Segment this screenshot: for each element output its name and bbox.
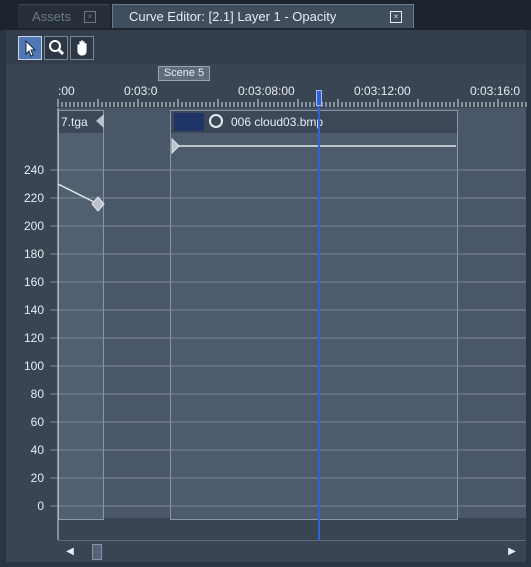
horizontal-scrollbar[interactable]: ◀ ▶ [58, 540, 526, 562]
y-axis-label: 220 [23, 191, 44, 205]
y-axis-label: 240 [23, 163, 44, 177]
scroll-left-arrow-icon[interactable]: ◀ [62, 544, 78, 560]
hand-icon [76, 39, 88, 57]
clip-left-header: 7.tga [59, 111, 103, 133]
y-axis-label: 20 [30, 471, 44, 485]
toolbar [6, 30, 526, 64]
y-axis-label: 140 [23, 303, 44, 317]
scroll-right-arrow-icon[interactable]: ▶ [504, 544, 520, 560]
y-axis-label: 0 [37, 499, 44, 513]
y-axis-label: 100 [23, 359, 44, 373]
tab-assets[interactable]: Assets × [18, 4, 110, 28]
playhead-line[interactable] [318, 90, 320, 540]
pan-tool-button[interactable] [70, 36, 94, 60]
y-axis-label: 180 [23, 247, 44, 261]
time-ruler[interactable]: :00 0:03:0 0:03:08:00 0:03:12:00 0:03:16… [56, 84, 526, 104]
y-axis-label: 120 [23, 331, 44, 345]
time-ruler-label: 0:03:16:0 [470, 84, 521, 98]
clip-main-header: 006 cloud03.bmp [171, 111, 457, 133]
playhead-handle[interactable] [316, 90, 322, 106]
magnifier-icon [49, 40, 65, 56]
clip-main-label: 006 cloud03.bmp [231, 115, 324, 129]
tab-curve-editor-label: Curve Editor: [2.1] Layer 1 - Opacity [129, 9, 337, 24]
y-axis-label: 60 [30, 415, 44, 429]
y-axis-label: 40 [30, 443, 44, 457]
tab-bar: Assets × Curve Editor: [2.1] Layer 1 - O… [0, 0, 531, 30]
time-ruler-label: :00 [58, 84, 75, 98]
y-axis-label: 200 [23, 219, 44, 233]
select-tool-button[interactable] [18, 36, 42, 60]
zoom-tool-button[interactable] [44, 36, 68, 60]
tab-assets-label: Assets [32, 9, 72, 24]
y-axis-label: 160 [23, 275, 44, 289]
time-ruler-label: 0:03:08:00 [238, 84, 295, 98]
clip-thumbnail [174, 113, 204, 131]
clip-left[interactable]: 7.tga [58, 110, 104, 520]
arrow-cursor-icon [25, 39, 37, 57]
time-ruler-label: 0:03:12:00 [354, 84, 411, 98]
scene-marker[interactable]: Scene 5 [158, 66, 210, 81]
tab-curve-editor[interactable]: Curve Editor: [2.1] Layer 1 - Opacity × [112, 4, 414, 28]
close-icon[interactable]: × [390, 11, 402, 23]
time-ruler-label: 0:03:0 [124, 84, 158, 98]
clip-left-label: 7.tga [61, 115, 88, 129]
clip-main[interactable]: 006 cloud03.bmp [170, 110, 458, 520]
scroll-thumb[interactable] [92, 544, 102, 560]
clock-icon [209, 114, 223, 128]
y-axis-label: 80 [30, 387, 44, 401]
close-icon[interactable]: × [84, 11, 96, 23]
